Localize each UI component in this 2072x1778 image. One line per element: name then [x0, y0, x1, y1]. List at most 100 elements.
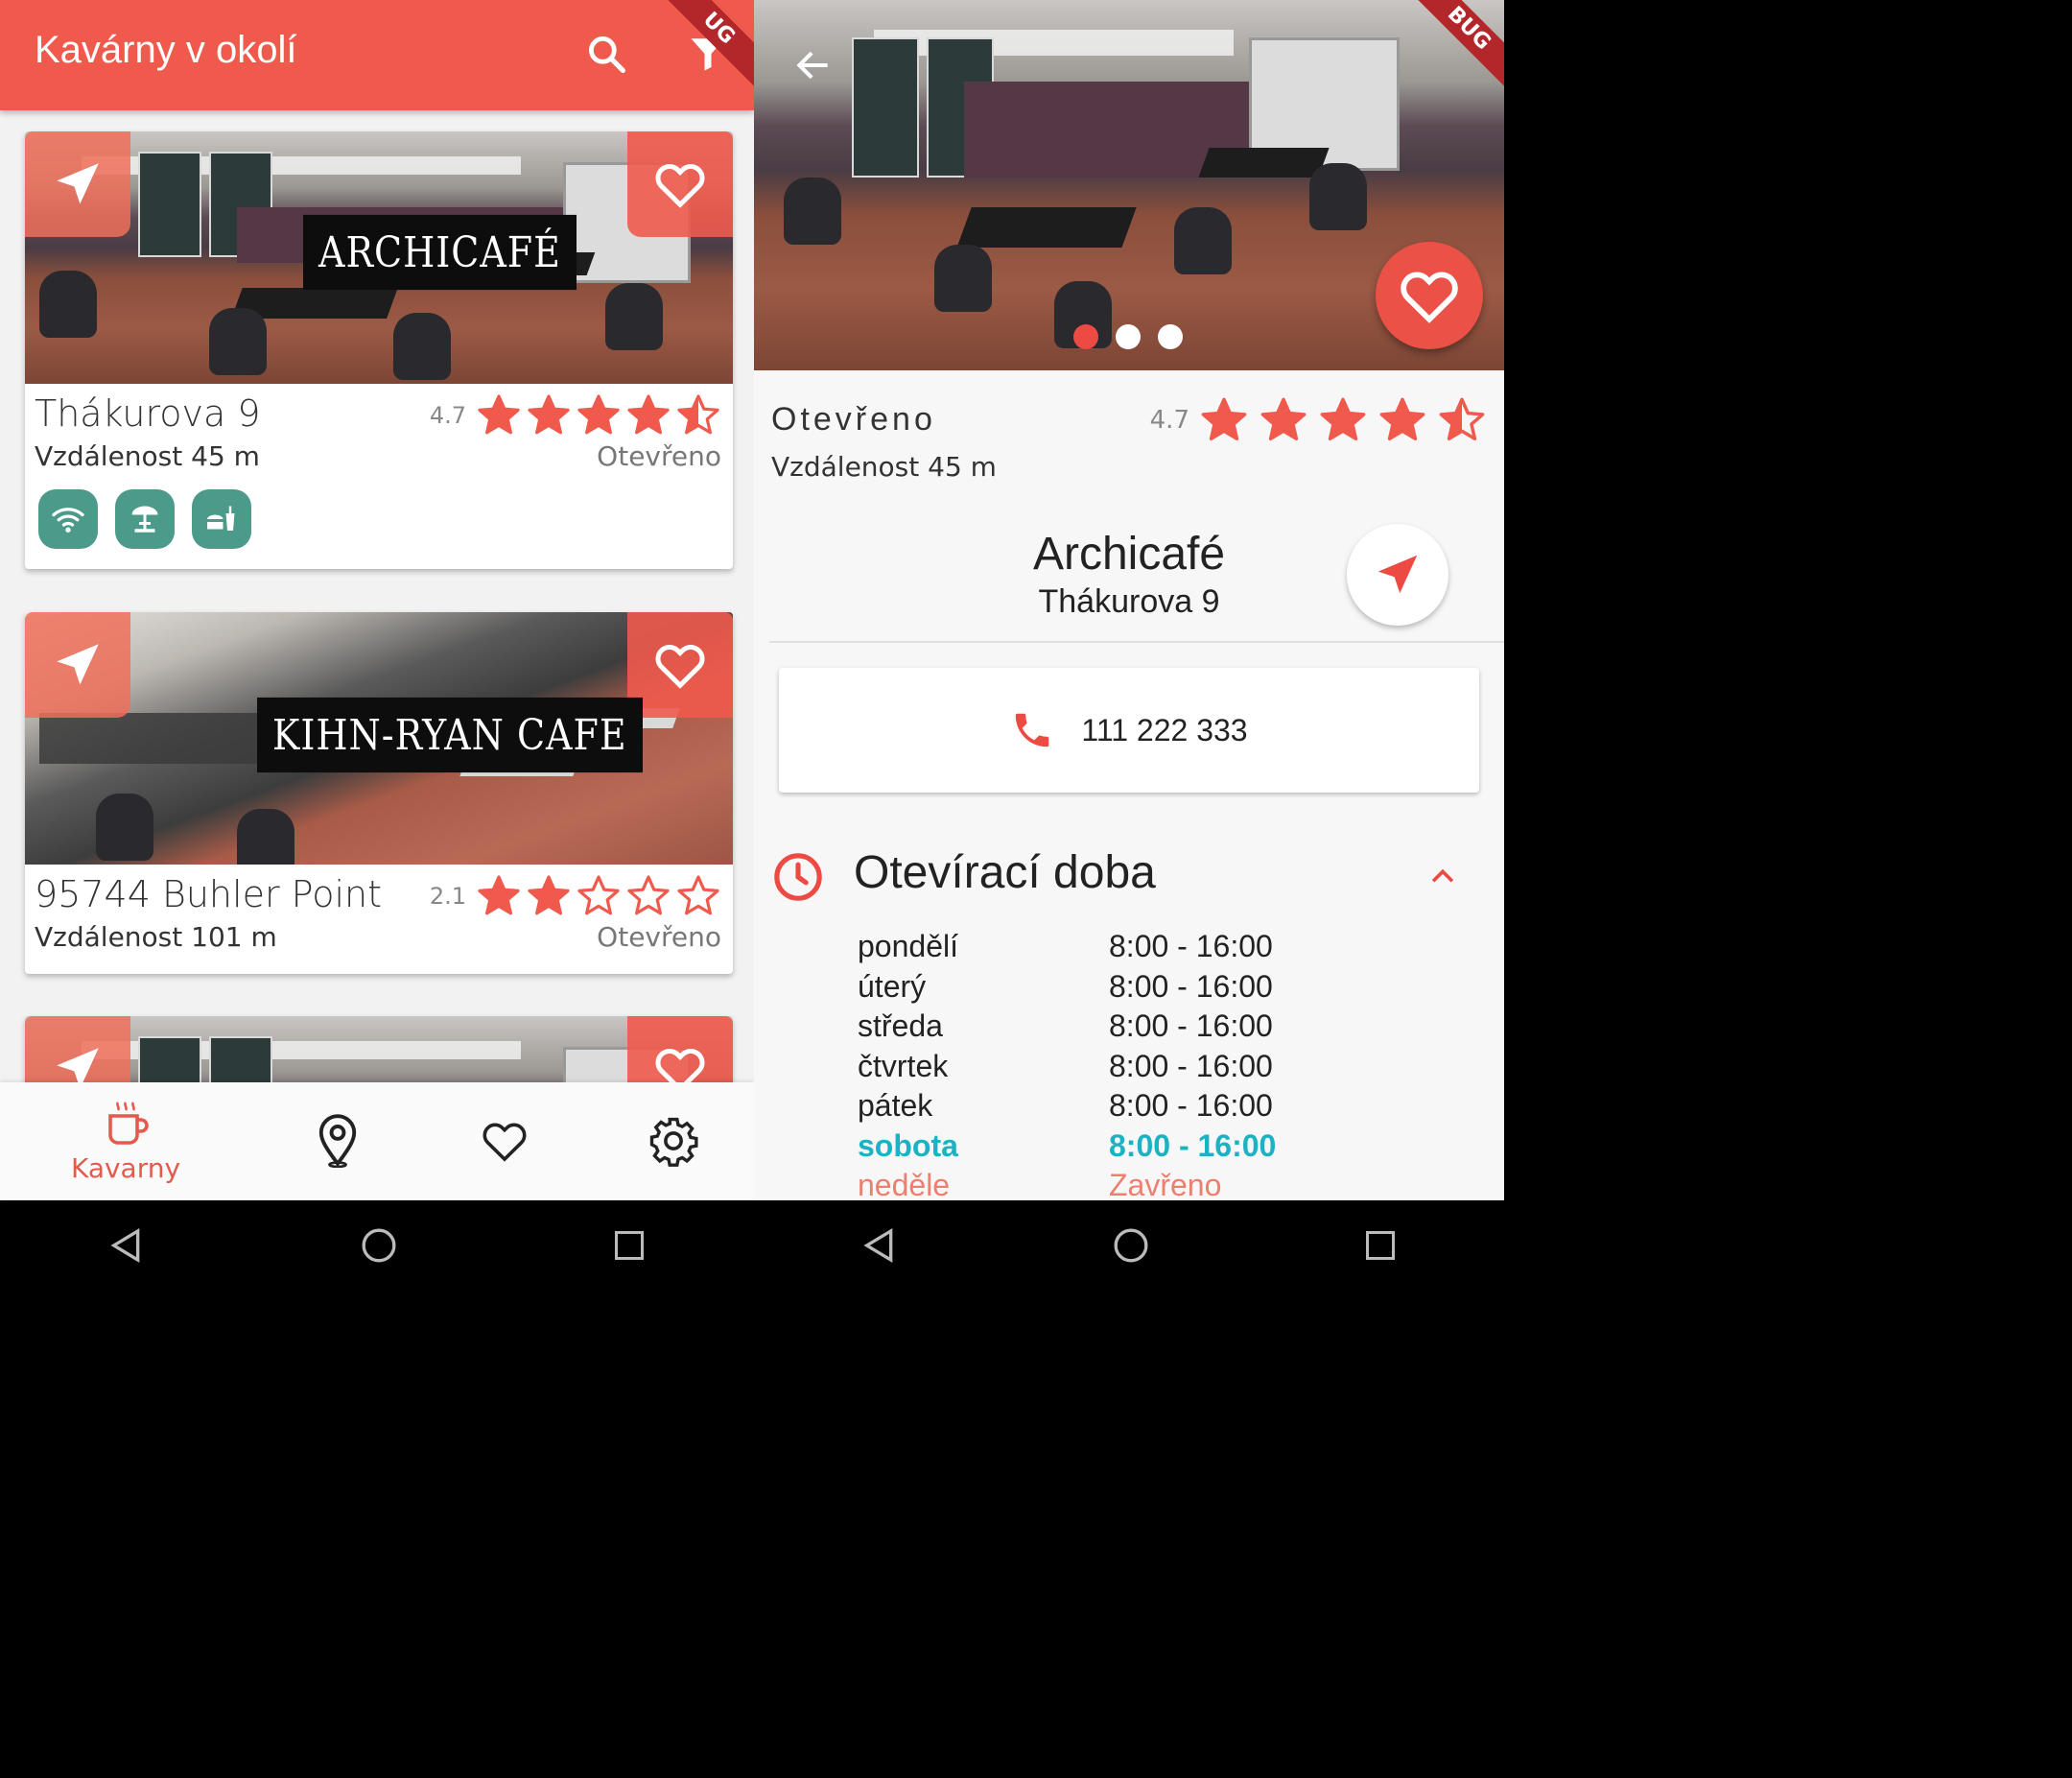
- cafe-address: Thákurova 9: [35, 392, 261, 435]
- day-hours: 8:00 - 16:00: [1109, 1048, 1273, 1083]
- cafe-status: Otevřeno: [597, 921, 721, 953]
- cafe-status: Otevřeno: [771, 401, 936, 438]
- nav-tab-label: Kavarny: [70, 1151, 181, 1184]
- favorite-button[interactable]: [1376, 242, 1483, 349]
- cafe-list-screen: Kavárny v okolí UG ARCHICAFÉ Thákurova 9…: [0, 0, 754, 1291]
- rating-value: 2.1: [429, 883, 466, 910]
- star-full-icon: [577, 394, 620, 435]
- search-button[interactable]: [579, 27, 633, 81]
- rating: 4.7: [430, 392, 721, 439]
- divider: [769, 641, 1504, 643]
- feature-food-drink: [192, 489, 251, 549]
- gallery-dot[interactable]: [1073, 324, 1098, 349]
- phone-icon: [1016, 713, 1049, 747]
- phone-number: 111 222 333: [1081, 712, 1248, 747]
- day-hours: 8:00 - 16:00: [1109, 1088, 1273, 1124]
- gallery-dot[interactable]: [1158, 324, 1183, 349]
- back-button[interactable]: [787, 38, 840, 92]
- home-circle-icon[interactable]: [360, 1226, 398, 1265]
- filter-button[interactable]: [681, 27, 735, 81]
- map-pin-icon: [318, 1114, 357, 1168]
- heart-outline-icon: [1401, 272, 1458, 323]
- nav-tab-kavarny[interactable]: Kavarny: [67, 1082, 184, 1199]
- cafe-card[interactable]: KIHN-RYAN CAFE 95744 Buhler Point Vzdále…: [25, 612, 733, 974]
- day-name: pondělí: [858, 929, 958, 964]
- star-full-icon: [528, 875, 570, 915]
- wifi-icon: [52, 508, 84, 533]
- opening-hours-row: sobota 8:00 - 16:00: [858, 1126, 1276, 1167]
- nav-tab-map[interactable]: [309, 1082, 366, 1199]
- day-name: úterý: [858, 968, 927, 1004]
- back-triangle-icon[interactable]: [107, 1226, 146, 1265]
- app-bar: Kavárny v okolí: [0, 0, 754, 110]
- arrow-left-icon: [796, 51, 828, 80]
- navigation-arrow-icon: [57, 163, 99, 204]
- favorite-button[interactable]: [627, 612, 733, 718]
- clock-icon: [774, 853, 822, 901]
- navigate-button[interactable]: [25, 131, 130, 237]
- day-name: pátek: [858, 1088, 933, 1124]
- day-hours: 8:00 - 16:00: [1109, 968, 1273, 1004]
- rating-value: 4.7: [429, 402, 466, 429]
- cafe-name-label: ARCHICAFÉ: [303, 214, 577, 291]
- star-full-icon: [1379, 397, 1425, 441]
- rating: 2.1: [430, 873, 721, 919]
- cafe-name-label: KIHN-RYAN CAFE: [257, 697, 643, 773]
- cafe-address: 95744 Buhler Point: [35, 873, 383, 915]
- star-full-icon: [528, 394, 570, 435]
- opening-hours-header[interactable]: Otevírací doba: [771, 844, 1500, 912]
- star-half-icon: [1439, 397, 1485, 441]
- feature-list: [38, 489, 251, 549]
- bottom-navigation: Kavarny: [0, 1082, 754, 1199]
- back-triangle-icon[interactable]: [860, 1226, 899, 1265]
- star-full-icon: [1260, 397, 1307, 441]
- day-name: neděle: [858, 1168, 951, 1203]
- terrace-icon: [131, 506, 158, 533]
- system-navigation-bar: [0, 1200, 754, 1291]
- star-full-icon: [1201, 397, 1247, 441]
- star-full-icon: [1320, 397, 1366, 441]
- heart-icon: [483, 1123, 527, 1162]
- opening-hours-row: středa 8:00 - 16:00: [858, 1007, 1276, 1047]
- home-circle-icon[interactable]: [1112, 1226, 1150, 1265]
- day-name: středa: [858, 1008, 943, 1044]
- star-full-icon: [478, 394, 520, 435]
- recents-square-icon[interactable]: [612, 1228, 647, 1263]
- feature-terrace: [115, 489, 175, 549]
- star-full-icon: [627, 394, 670, 435]
- day-hours: 8:00 - 16:00: [1109, 929, 1273, 964]
- food-drink-icon: [207, 506, 235, 531]
- opening-hours-row: čtvrtek 8:00 - 16:00: [858, 1047, 1276, 1087]
- opening-hours-title: Otevírací doba: [854, 847, 1156, 898]
- day-name: sobota: [858, 1127, 958, 1163]
- gallery-dot[interactable]: [1116, 324, 1141, 349]
- navigate-button[interactable]: [25, 612, 130, 718]
- cafe-distance: Vzdálenost 45 m: [771, 451, 997, 483]
- nav-tab-settings[interactable]: [645, 1082, 702, 1199]
- cafe-detail-screen: BUG Otevřeno Vzdálenost 45 m 4.7 Archica…: [754, 0, 1504, 1291]
- favorite-button[interactable]: [627, 131, 733, 237]
- chevron-up-icon: [1431, 868, 1454, 883]
- cafe-distance: Vzdálenost 101 m: [35, 921, 277, 953]
- app-bar-title: Kavárny v okolí: [35, 29, 297, 71]
- cafe-distance: Vzdálenost 45 m: [35, 440, 260, 472]
- navigate-button[interactable]: [1347, 524, 1448, 626]
- recents-square-icon[interactable]: [1363, 1228, 1398, 1263]
- gallery-indicator: [1073, 324, 1183, 349]
- search-icon: [589, 36, 625, 73]
- navigation-arrow-icon: [1377, 555, 1418, 594]
- nav-tab-favorites[interactable]: [476, 1082, 533, 1199]
- rating-value: 4.7: [1149, 406, 1189, 435]
- collapse-button[interactable]: [1424, 858, 1462, 896]
- filter-icon: [691, 38, 725, 71]
- call-button[interactable]: 111 222 333: [779, 668, 1479, 793]
- opening-hours-row: pátek 8:00 - 16:00: [858, 1086, 1276, 1126]
- system-navigation-bar: [754, 1200, 1504, 1291]
- day-name: čtvrtek: [858, 1048, 949, 1083]
- coffee-cup-icon: [108, 1101, 149, 1145]
- feature-wifi: [38, 489, 98, 549]
- star-empty-icon: [577, 875, 620, 915]
- day-hours: 8:00 - 16:00: [1109, 1127, 1277, 1163]
- cafe-card[interactable]: ARCHICAFÉ Thákurova 9 Vzdálenost 45 m Ot…: [25, 131, 733, 569]
- opening-hours-list: pondělí 8:00 - 16:00 úterý 8:00 - 16:00 stře…: [858, 927, 1276, 1206]
